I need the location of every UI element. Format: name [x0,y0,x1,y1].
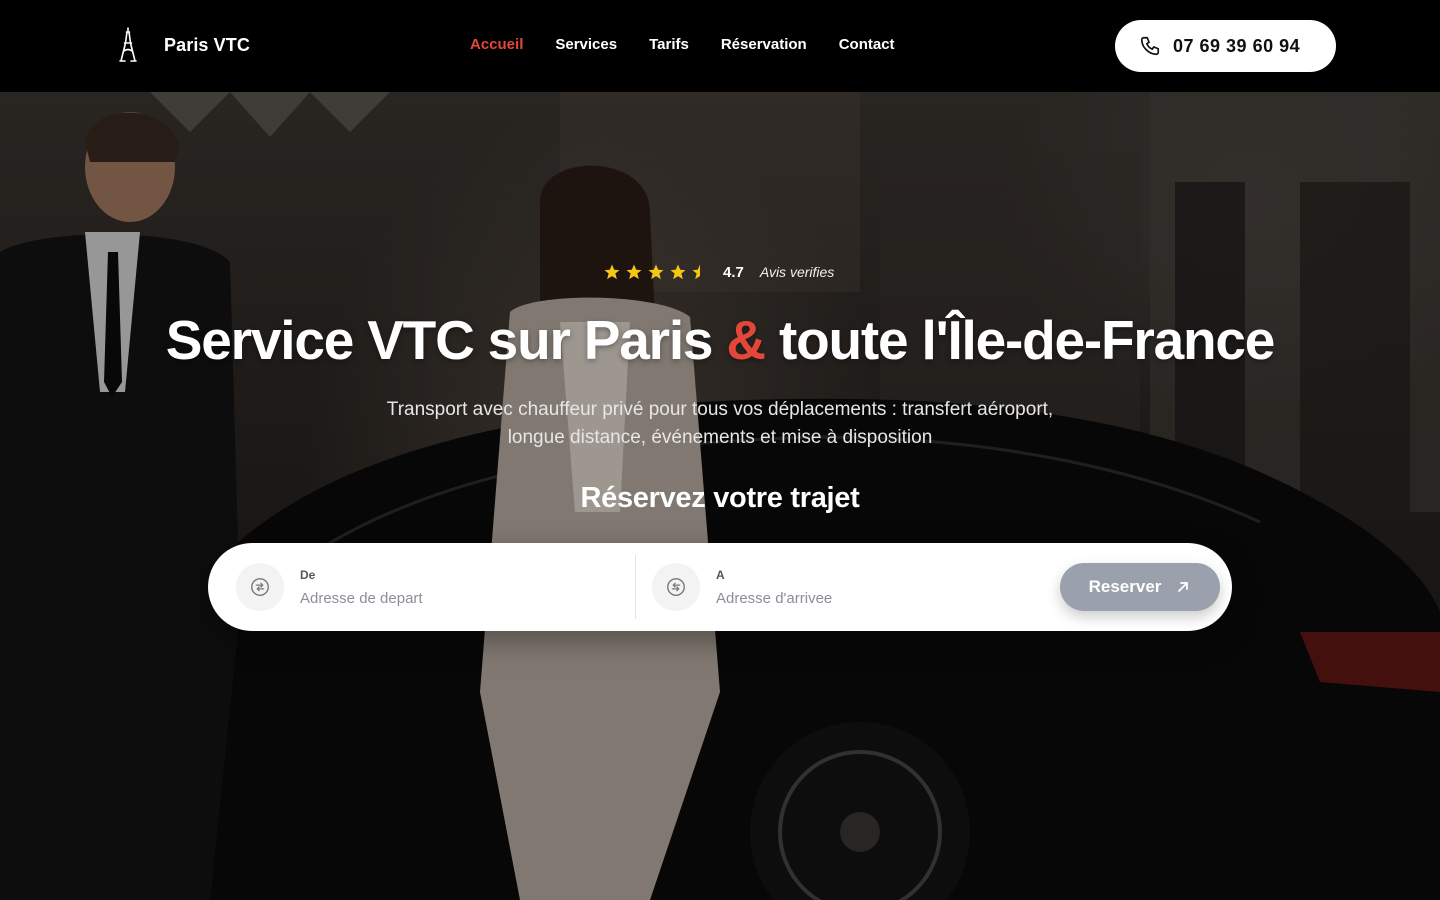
nav-contact[interactable]: Contact [839,36,895,53]
brand[interactable]: Paris VTC [118,27,250,63]
hero-title-ampersand: & [726,309,766,371]
eiffel-tower-icon [119,27,137,62]
arrival-field[interactable]: A [652,543,1042,631]
nav-accueil[interactable]: Accueil [470,36,523,53]
hero-title-part2: toute l'Île-de-France [764,309,1275,371]
nav-reservation[interactable]: Réservation [721,36,807,53]
nav-tarifs[interactable]: Tarifs [649,36,689,53]
hero-subtitle: Transport avec chauffeur privé pour tous… [386,399,1054,448]
hero-title: Service VTC sur Paris & toute l'Île-de-F… [0,308,1440,372]
arrival-icon [652,563,700,611]
nav-services[interactable]: Services [555,36,617,53]
star-icon [626,264,642,280]
star-icon [670,264,686,280]
phone-button[interactable]: 07 69 39 60 94 [1115,20,1336,72]
half-star-icon [692,264,700,280]
brand-name: Paris VTC [164,34,250,55]
reserve-button[interactable]: Reserver [1060,563,1220,611]
departure-input[interactable] [300,589,600,607]
star-icon [648,264,664,280]
arrival-input[interactable] [716,589,1016,607]
arrow-up-right-icon [1178,582,1189,592]
arrival-text: A [716,568,1016,607]
phone-number: 07 69 39 60 94 [1173,35,1301,56]
departure-text: De [300,568,600,607]
departure-label: De [300,567,316,582]
main-nav: Accueil Services Tarifs Réservation Cont… [470,36,927,53]
hero-title-part1: Service VTC sur Paris [165,309,727,371]
rating-stars [603,263,709,281]
phone-icon [1140,36,1160,56]
departure-field[interactable]: De [236,543,626,631]
booking-title: Réservez votre trajet [580,482,860,514]
field-divider [635,555,636,619]
arrival-label: A [716,567,725,582]
rating-label: Avis verifies [759,264,835,280]
rating-value: 4.7 [723,263,744,281]
site-header: Paris VTC Accueil Services Tarifs Réserv… [0,0,1440,92]
departure-icon [236,563,284,611]
rating-bar: 4.7 Avis verifies [603,263,834,281]
reserve-label: Reserver [1088,577,1162,596]
hero-section: 4.7 Avis verifies Service VTC sur Paris … [0,92,1440,900]
booking-form: De A Reserver [208,543,1232,631]
star-icon [604,264,620,280]
